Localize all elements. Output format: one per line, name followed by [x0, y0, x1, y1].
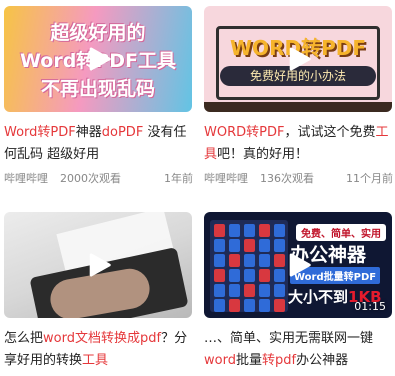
title-text: 办公神器 — [296, 353, 349, 368]
file-icon — [259, 239, 270, 252]
video-thumbnail[interactable]: WORD转PDF 免费好用的小办法 — [204, 6, 392, 112]
file-icon — [244, 269, 255, 282]
file-icon — [259, 299, 270, 312]
file-icon — [259, 224, 270, 237]
video-grid: 超级好用的 Word转PDF工具 不再出现乱码 Word转PDF神器doPDF … — [0, 0, 395, 376]
file-icon — [229, 224, 240, 237]
file-icon — [244, 254, 255, 267]
video-meta: 哔哩哔哩 2000次观看 1年前 — [4, 170, 193, 186]
view-count: 2000次观看 — [60, 172, 121, 185]
file-icon — [274, 284, 285, 297]
video-title[interactable]: WORD转PDF，试试这个免费工具吧！真的好用！ — [204, 122, 393, 166]
file-icon — [259, 254, 270, 267]
file-icon — [274, 299, 285, 312]
video-duration: 01:15 — [354, 300, 386, 313]
thumbnail-strip — [204, 102, 392, 112]
title-keyword: Word转PDF — [4, 125, 76, 140]
video-title[interactable]: 怎么把word文档转换成pdf？分享好用的转换工具 — [4, 328, 193, 372]
file-icon — [214, 284, 225, 297]
file-icon — [229, 299, 240, 312]
file-icon — [229, 254, 240, 267]
file-icon — [244, 224, 255, 237]
file-icon — [274, 239, 285, 252]
file-icon — [229, 239, 240, 252]
video-thumbnail[interactable]: 超级好用的 Word转PDF工具 不再出现乱码 — [4, 6, 192, 112]
file-icon — [274, 224, 285, 237]
file-icon — [214, 299, 225, 312]
play-icon[interactable] — [289, 47, 311, 71]
video-title[interactable]: …、简单、实用无需联网一键 word批量转pdf办公神器 — [204, 328, 393, 372]
title-text: …、简单、实用无需联网一键 — [204, 331, 374, 346]
file-icon — [244, 284, 255, 297]
thumbnail-file-grid — [210, 220, 288, 312]
title-text: ，试试这个免费 — [284, 125, 376, 140]
video-card[interactable]: 免费、简单、实用 办公神器 Word批量转PDF 大小不到1KB 01:15 …… — [204, 212, 393, 372]
video-card[interactable]: 怎么把word文档转换成pdf？分享好用的转换工具 — [4, 212, 193, 372]
title-keyword: doPDF — [101, 125, 144, 140]
upload-time: 1年前 — [164, 172, 193, 185]
play-icon[interactable] — [89, 47, 111, 71]
file-icon — [259, 269, 270, 282]
title-keyword: word — [204, 353, 236, 368]
title-text: 怎么把 — [4, 331, 44, 346]
upload-time: 11个月前 — [346, 172, 393, 185]
title-keyword: 转pdf — [261, 353, 297, 368]
play-icon[interactable] — [89, 253, 111, 277]
video-source: 哔哩哔哩 — [204, 172, 248, 185]
video-card[interactable]: WORD转PDF 免费好用的小办法 WORD转PDF，试试这个免费工具吧！真的好… — [204, 6, 393, 186]
title-keyword: 工具 — [82, 353, 109, 368]
file-icon — [244, 299, 255, 312]
video-source: 哔哩哔哩 — [4, 172, 48, 185]
file-icon — [214, 254, 225, 267]
file-icon — [214, 269, 225, 282]
title-keyword: word文档转换成pdf — [43, 331, 162, 346]
title-keyword: WORD转PDF — [204, 125, 285, 140]
file-icon — [259, 284, 270, 297]
thumbnail-text: 超级好用的 — [50, 22, 146, 44]
view-count: 136次观看 — [260, 172, 314, 185]
title-text: 神器 — [75, 125, 102, 140]
video-title[interactable]: Word转PDF神器doPDF 没有任何乱码 超级好用 — [4, 122, 193, 166]
file-icon — [214, 224, 225, 237]
file-icon — [229, 284, 240, 297]
file-icon — [229, 269, 240, 282]
video-card[interactable]: 超级好用的 Word转PDF工具 不再出现乱码 Word转PDF神器doPDF … — [4, 6, 193, 186]
thumbnail-text: 不再出现乱码 — [40, 78, 155, 100]
file-icon — [244, 239, 255, 252]
video-thumbnail[interactable]: 免费、简单、实用 办公神器 Word批量转PDF 大小不到1KB 01:15 — [204, 212, 392, 318]
file-icon — [274, 254, 285, 267]
video-thumbnail[interactable] — [4, 212, 192, 318]
file-icon — [214, 239, 225, 252]
title-text: 吧！真的好用！ — [217, 147, 309, 162]
thumbnail-badge: 免费、简单、实用 — [296, 224, 386, 241]
video-meta: 哔哩哔哩 136次观看 11个月前 — [204, 170, 393, 186]
title-text: 批量 — [235, 353, 262, 368]
file-icon — [274, 269, 285, 282]
play-icon[interactable] — [289, 253, 311, 277]
